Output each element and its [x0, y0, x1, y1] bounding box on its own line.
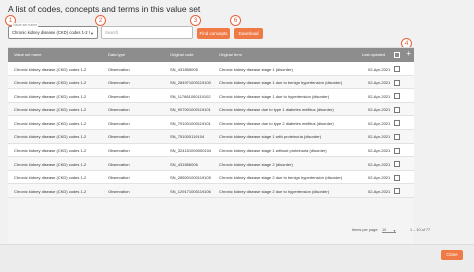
cell-code: SN_284971000119100 — [170, 80, 211, 86]
search-placeholder: Search — [105, 30, 119, 35]
row-checkbox[interactable] — [394, 188, 400, 195]
cell-datatype: Observation — [108, 107, 130, 113]
codes-table: Value set name Data type Original code O… — [8, 47, 414, 251]
cell-datatype: Observation — [108, 93, 130, 99]
row-checkbox[interactable] — [394, 174, 400, 181]
header-datatype: Data type — [108, 52, 126, 57]
table-row: Chronic kidney disease (CKD) codes 1-2 O… — [8, 89, 414, 103]
cell-code: SN_907001000119101 — [170, 107, 211, 113]
cell-valueset: Chronic kidney disease (CKD) codes 1-2 — [14, 107, 87, 113]
cell-datatype: Observation — [108, 120, 130, 126]
page-range: 1 – 10 of 77 — [410, 228, 431, 232]
table-row: Chronic kidney disease (CKD) codes 1-2 O… — [8, 143, 414, 158]
cell-code: SN_117681000119102 — [170, 93, 211, 99]
cell-date: 02-Apr-2021 — [368, 161, 391, 167]
row-checkbox[interactable] — [394, 161, 400, 168]
download-button[interactable]: Download — [234, 28, 263, 39]
cell-valueset: Chronic kidney disease (CKD) codes 1-2 — [14, 188, 87, 194]
callout-6: 6 — [230, 15, 241, 26]
table-row: Chronic kidney disease (CKD) codes 1-2 O… — [8, 170, 414, 185]
table-row: Chronic kidney disease (CKD) codes 1-2 O… — [8, 157, 414, 171]
cell-term: Chronic kidney disease stage 1 with prot… — [219, 134, 322, 140]
valueset-select-label: Value set name — [12, 23, 39, 27]
cell-valueset: Chronic kidney disease (CKD) codes 1-2 — [14, 148, 87, 154]
close-button[interactable]: Close — [441, 250, 463, 260]
cell-date: 02-Apr-2021 — [368, 134, 391, 140]
table-row: Chronic kidney disease (CKD) codes 1-2 O… — [8, 116, 414, 130]
chevron-down-icon: ▼ — [393, 228, 396, 233]
callout-2: 2 — [95, 15, 106, 26]
add-icon[interactable]: + — [406, 49, 411, 58]
header-original-code: Original code — [170, 52, 194, 57]
cell-code: SN_324151000000104 — [170, 148, 212, 154]
search-input[interactable]: Search — [101, 26, 193, 39]
table-row: Chronic kidney disease (CKD) codes 1-2 O… — [8, 75, 414, 90]
cell-datatype: Observation — [108, 188, 130, 194]
cell-valueset: Chronic kidney disease (CKD) codes 1-2 — [14, 161, 87, 167]
cell-code: SN_285001000119105 — [170, 175, 211, 181]
cell-datatype: Observation — [108, 148, 130, 154]
find-concepts-button[interactable]: Find concepts — [197, 28, 230, 39]
cell-code: SN_751000119104 — [170, 134, 205, 140]
row-checkbox[interactable] — [394, 147, 400, 154]
cell-code: SN_701001000119101 — [170, 120, 211, 126]
cell-term: Chronic kidney disease stage 2 due to be… — [219, 175, 343, 181]
cell-valueset: Chronic kidney disease (CKD) codes 1-2 — [14, 120, 87, 126]
cell-date: 02-Apr-2021 — [368, 107, 391, 113]
table-header: Value set name Data type Original code O… — [8, 48, 414, 62]
cell-term: Chronic kidney disease stage 1 (disorder… — [219, 66, 293, 72]
cell-code: SN_431855005 — [170, 66, 198, 72]
cell-term: Chronic kidney disease stage 2 due to hy… — [219, 188, 330, 194]
cell-date: 02-Apr-2021 — [368, 148, 391, 154]
cell-datatype: Observation — [108, 161, 130, 167]
page-title: A list of codes, concepts and terms in t… — [8, 4, 201, 14]
cell-date: 02-Apr-2021 — [368, 175, 391, 181]
header-valueset: Value set name — [14, 52, 42, 57]
table-row: Chronic kidney disease (CKD) codes 1-2 O… — [8, 62, 414, 76]
cell-term: Chronic kidney disease due to type 2 dia… — [219, 120, 334, 126]
cell-code: SN_431856006 — [170, 161, 198, 167]
cell-date: 02-Apr-2021 — [368, 80, 391, 86]
header-original-term: Original term — [219, 52, 242, 57]
cell-valueset: Chronic kidney disease (CKD) codes 1-2 — [14, 175, 87, 181]
chevron-down-icon: ▼ — [90, 31, 94, 36]
cell-date: 02-Apr-2021 — [368, 188, 391, 194]
cell-term: Chronic kidney disease stage 2 (disorder… — [219, 161, 293, 167]
cell-valueset: Chronic kidney disease (CKD) codes 1-2 — [14, 93, 87, 99]
row-checkbox[interactable] — [394, 133, 400, 140]
cell-valueset: Chronic kidney disease (CKD) codes 1-2 — [14, 80, 87, 86]
table-row: Chronic kidney disease (CKD) codes 1-2 O… — [8, 129, 414, 144]
table-body: Chronic kidney disease (CKD) codes 1-2 O… — [8, 62, 414, 198]
cell-datatype: Observation — [108, 80, 130, 86]
select-all-checkbox[interactable] — [394, 52, 400, 58]
row-checkbox[interactable] — [394, 66, 400, 72]
row-checkbox[interactable] — [394, 79, 400, 86]
table-row: Chronic kidney disease (CKD) codes 1-2 O… — [8, 102, 414, 117]
cell-date: 02-Apr-2021 — [368, 120, 391, 126]
cell-term: Chronic kidney disease stage 1 due to be… — [219, 80, 343, 86]
cell-term: Chronic kidney disease stage 1 due to hy… — [219, 93, 330, 99]
table-row: Chronic kidney disease (CKD) codes 1-2 O… — [8, 184, 414, 198]
items-per-page-label: Items per page: — [352, 228, 379, 232]
row-checkbox[interactable] — [394, 120, 400, 127]
dialog-footer — [0, 244, 474, 272]
row-checkbox[interactable] — [394, 93, 400, 100]
cell-datatype: Observation — [108, 66, 130, 72]
callout-3: 3 — [190, 15, 201, 26]
valueset-select[interactable]: Value set name Chronic kidney disease (C… — [8, 23, 98, 39]
cell-term: Chronic kidney disease due to type 1 dia… — [219, 107, 334, 113]
header-last-updated: Last updated — [362, 52, 386, 57]
cell-datatype: Observation — [108, 175, 130, 181]
row-checkbox[interactable] — [394, 106, 400, 113]
cell-datatype: Observation — [108, 134, 130, 140]
cell-valueset: Chronic kidney disease (CKD) codes 1-2 — [14, 66, 87, 72]
cell-term: Chronic kidney disease stage 1 without p… — [219, 148, 327, 154]
cell-date: 02-Apr-2021 — [368, 93, 391, 99]
cell-valueset: Chronic kidney disease (CKD) codes 1-2 — [14, 134, 87, 140]
cell-code: SN_129171000119106 — [170, 188, 211, 194]
cell-date: 02-Apr-2021 — [368, 66, 391, 72]
valueset-select-value: Chronic kidney disease (CKD) codes 1-2 C… — [12, 30, 90, 35]
